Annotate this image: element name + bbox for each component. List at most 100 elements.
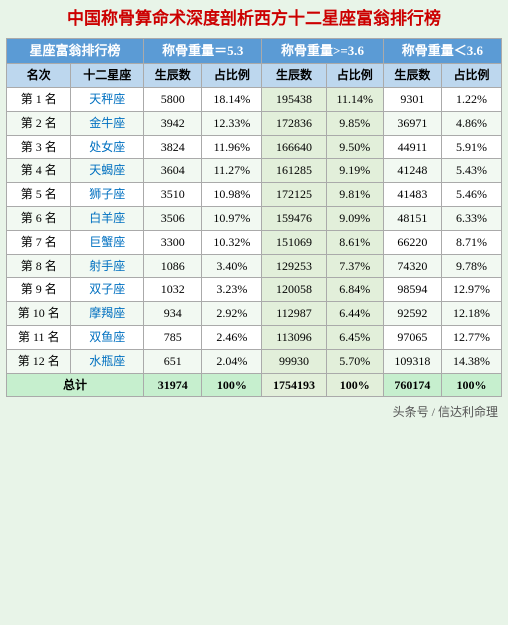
star-cell: 处女座 <box>71 135 144 159</box>
p2-cell: 9.09% <box>326 207 383 231</box>
b2-cell: 113096 <box>262 326 326 350</box>
total-row: 总计31974100%1754193100%760174100% <box>7 373 502 397</box>
star-cell: 天秤座 <box>71 88 144 112</box>
p3-cell: 5.46% <box>442 183 502 207</box>
b3-cell: 98594 <box>383 278 441 302</box>
p3-cell: 5.43% <box>442 159 502 183</box>
p3-cell: 8.71% <box>442 230 502 254</box>
b3-cell: 109318 <box>383 349 441 373</box>
rank-cell: 第 1 名 <box>7 88 71 112</box>
b1-cell: 3824 <box>144 135 202 159</box>
b3-cell: 66220 <box>383 230 441 254</box>
rank-cell: 第 8 名 <box>7 254 71 278</box>
b1-cell: 651 <box>144 349 202 373</box>
b1-cell: 3942 <box>144 111 202 135</box>
p1-cell: 10.97% <box>202 207 262 231</box>
star-cell: 水瓶座 <box>71 349 144 373</box>
b3-cell: 92592 <box>383 302 441 326</box>
p2-cell: 9.50% <box>326 135 383 159</box>
b3-cell: 41248 <box>383 159 441 183</box>
p2-cell: 6.45% <box>326 326 383 350</box>
page-title: 中国称骨算命术深度剖析西方十二星座富翁排行榜 <box>6 8 502 30</box>
p2-cell: 9.85% <box>326 111 383 135</box>
col-star: 十二星座 <box>71 64 144 88</box>
b1-cell: 3510 <box>144 183 202 207</box>
b2-cell: 159476 <box>262 207 326 231</box>
b1-cell: 5800 <box>144 88 202 112</box>
b2-cell: 172836 <box>262 111 326 135</box>
p3-cell: 6.33% <box>442 207 502 231</box>
p1-cell: 2.04% <box>202 349 262 373</box>
p1-cell: 10.98% <box>202 183 262 207</box>
b1-cell: 3506 <box>144 207 202 231</box>
star-cell: 巨蟹座 <box>71 230 144 254</box>
table-row: 第 11 名双鱼座7852.46%1130966.45%9706512.77% <box>7 326 502 350</box>
b2-cell: 161285 <box>262 159 326 183</box>
table-row: 第 12 名水瓶座6512.04%999305.70%10931814.38% <box>7 349 502 373</box>
b3-cell: 36971 <box>383 111 441 135</box>
rank-cell: 第 12 名 <box>7 349 71 373</box>
table-row: 第 1 名天秤座580018.14%19543811.14%93011.22% <box>7 88 502 112</box>
total-p3: 100% <box>442 373 502 397</box>
b2-cell: 120058 <box>262 278 326 302</box>
p1-cell: 11.27% <box>202 159 262 183</box>
p1-cell: 3.23% <box>202 278 262 302</box>
p3-cell: 4.86% <box>442 111 502 135</box>
star-cell: 摩羯座 <box>71 302 144 326</box>
b3-cell: 74320 <box>383 254 441 278</box>
star-cell: 狮子座 <box>71 183 144 207</box>
p2-cell: 9.81% <box>326 183 383 207</box>
p1-cell: 3.40% <box>202 254 262 278</box>
col-p1: 占比例 <box>202 64 262 88</box>
star-cell: 双子座 <box>71 278 144 302</box>
table-row: 第 2 名金牛座394212.33%1728369.85%369714.86% <box>7 111 502 135</box>
table-row: 第 5 名狮子座351010.98%1721259.81%414835.46% <box>7 183 502 207</box>
table-row: 第 8 名射手座10863.40%1292537.37%743209.78% <box>7 254 502 278</box>
rank-cell: 第 11 名 <box>7 326 71 350</box>
b3-cell: 44911 <box>383 135 441 159</box>
group-header-36plus: 称骨重量>=3.6 <box>262 39 383 64</box>
table-row: 第 10 名摩羯座9342.92%1129876.44%9259212.18% <box>7 302 502 326</box>
table-body: 第 1 名天秤座580018.14%19543811.14%93011.22%第… <box>7 88 502 397</box>
table-row: 第 3 名处女座382411.96%1666409.50%449115.91% <box>7 135 502 159</box>
p1-cell: 12.33% <box>202 111 262 135</box>
b1-cell: 934 <box>144 302 202 326</box>
star-cell: 天蝎座 <box>71 159 144 183</box>
p2-cell: 6.44% <box>326 302 383 326</box>
b3-cell: 41483 <box>383 183 441 207</box>
header-top-row: 星座富翁排行榜 称骨重量＝5.3 称骨重量>=3.6 称骨重量＜3.6 <box>7 39 502 64</box>
b1-cell: 1086 <box>144 254 202 278</box>
rank-cell: 第 4 名 <box>7 159 71 183</box>
rank-cell: 第 9 名 <box>7 278 71 302</box>
p1-cell: 2.92% <box>202 302 262 326</box>
table-row: 第 4 名天蝎座360411.27%1612859.19%412485.43% <box>7 159 502 183</box>
star-cell: 金牛座 <box>71 111 144 135</box>
b2-cell: 166640 <box>262 135 326 159</box>
p3-cell: 5.91% <box>442 135 502 159</box>
total-label: 总计 <box>7 373 144 397</box>
footer: 头条号 / 信达利命理 <box>6 403 502 420</box>
b3-cell: 97065 <box>383 326 441 350</box>
ranking-table: 星座富翁排行榜 称骨重量＝5.3 称骨重量>=3.6 称骨重量＜3.6 名次 十… <box>6 38 502 397</box>
p3-cell: 1.22% <box>442 88 502 112</box>
table-row: 第 7 名巨蟹座330010.32%1510698.61%662208.71% <box>7 230 502 254</box>
rank-cell: 第 5 名 <box>7 183 71 207</box>
group-header-53: 称骨重量＝5.3 <box>144 39 262 64</box>
col-rank: 名次 <box>7 64 71 88</box>
p3-cell: 12.77% <box>442 326 502 350</box>
rank-cell: 第 6 名 <box>7 207 71 231</box>
main-container: 中国称骨算命术深度剖析西方十二星座富翁排行榜 星座富翁排行榜 称骨重量＝5.3 … <box>0 0 508 430</box>
col-b1: 生辰数 <box>144 64 202 88</box>
group-header-rank: 星座富翁排行榜 <box>7 39 144 64</box>
table-row: 第 6 名白羊座350610.97%1594769.09%481516.33% <box>7 207 502 231</box>
rank-cell: 第 3 名 <box>7 135 71 159</box>
p2-cell: 9.19% <box>326 159 383 183</box>
col-p2: 占比例 <box>326 64 383 88</box>
p2-cell: 6.84% <box>326 278 383 302</box>
b2-cell: 172125 <box>262 183 326 207</box>
b3-cell: 9301 <box>383 88 441 112</box>
p2-cell: 7.37% <box>326 254 383 278</box>
total-b2: 1754193 <box>262 373 326 397</box>
b2-cell: 112987 <box>262 302 326 326</box>
star-cell: 白羊座 <box>71 207 144 231</box>
